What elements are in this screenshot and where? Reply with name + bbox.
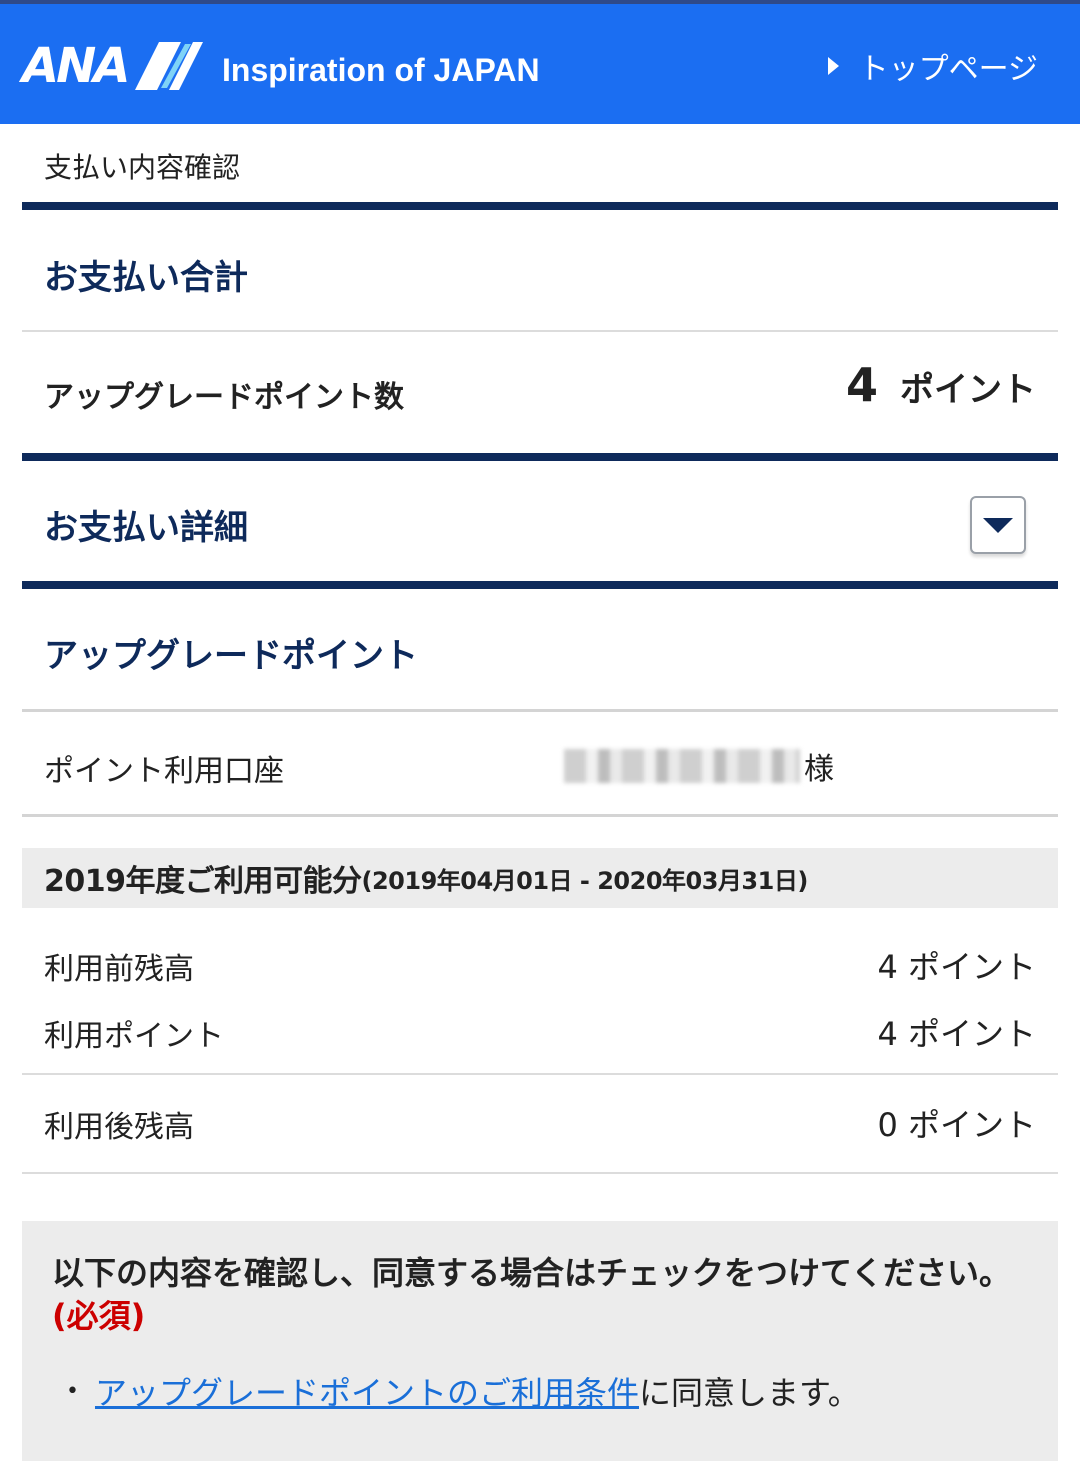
chevron-down-icon bbox=[983, 517, 1013, 533]
divider bbox=[22, 709, 1058, 712]
upgrade-points-count-value: 4 ポイント bbox=[846, 358, 1036, 412]
terms-link[interactable]: アップグレードポイントのご利用条件 bbox=[95, 1368, 639, 1414]
agreement-item: • アップグレードポイントのご利用条件 に同意します。 bbox=[66, 1368, 860, 1414]
top-page-label: トップページ bbox=[858, 52, 1038, 87]
required-badge: (必須) bbox=[52, 1297, 146, 1335]
triangle-right-icon bbox=[827, 57, 839, 75]
divider bbox=[22, 330, 1058, 332]
divider bbox=[22, 1172, 1058, 1174]
balance-after-value: 0 ポイント bbox=[877, 1106, 1036, 1144]
top-page-link[interactable]: トップページ bbox=[827, 44, 1038, 88]
period-title: 2019年度ご利用可能分 bbox=[44, 864, 362, 899]
agreement-suffix: に同意します。 bbox=[639, 1374, 860, 1412]
divider bbox=[22, 814, 1058, 817]
points-used-value: 4 ポイント bbox=[877, 1015, 1036, 1053]
agreement-instruction: 以下の内容を確認し、同意する場合はチェックをつけてください。 (必須) bbox=[52, 1252, 1012, 1338]
expand-detail-button[interactable] bbox=[970, 496, 1026, 554]
header-bar: ANA Inspiration of JAPAN トップページ bbox=[0, 0, 1080, 124]
redacted-name bbox=[564, 749, 800, 783]
ana-wing-icon bbox=[135, 42, 204, 90]
points-used-label: 利用ポイント bbox=[44, 1019, 224, 1054]
agreement-text: 以下の内容を確認し、同意する場合はチェックをつけてください。 bbox=[52, 1254, 1012, 1292]
divider bbox=[22, 1073, 1058, 1075]
account-holder: 様 bbox=[564, 744, 834, 788]
upgrade-points-count-label: アップグレードポイント数 bbox=[44, 380, 404, 415]
fiscal-year-header: 2019年度ご利用可能分 (2019年04月01日 - 2020年03月31日) bbox=[22, 848, 1058, 908]
divider bbox=[22, 202, 1058, 210]
points-unit: ポイント bbox=[900, 370, 1036, 410]
payment-detail-title: お支払い詳細 bbox=[44, 508, 248, 548]
honorific: 様 bbox=[804, 752, 834, 787]
bullet: • bbox=[66, 1378, 79, 1404]
balance-before-value: 4 ポイント bbox=[877, 948, 1036, 986]
divider bbox=[22, 453, 1058, 461]
breadcrumb: 支払い内容確認 bbox=[44, 151, 241, 184]
upgrade-points-title: アップグレードポイント bbox=[44, 636, 418, 676]
balance-after-label: 利用後残高 bbox=[44, 1110, 194, 1145]
balance-before-label: 利用前残高 bbox=[44, 952, 194, 987]
account-label: ポイント利用口座 bbox=[44, 754, 284, 789]
logo-text: ANA bbox=[22, 38, 130, 94]
divider bbox=[22, 581, 1058, 589]
points-number: 4 bbox=[845, 358, 878, 412]
period-range: (2019年04月01日 - 2020年03月31日) bbox=[361, 866, 809, 895]
tagline: Inspiration of JAPAN bbox=[222, 52, 540, 88]
ana-logo[interactable]: ANA bbox=[22, 38, 204, 94]
payment-total-title: お支払い合計 bbox=[44, 258, 248, 298]
